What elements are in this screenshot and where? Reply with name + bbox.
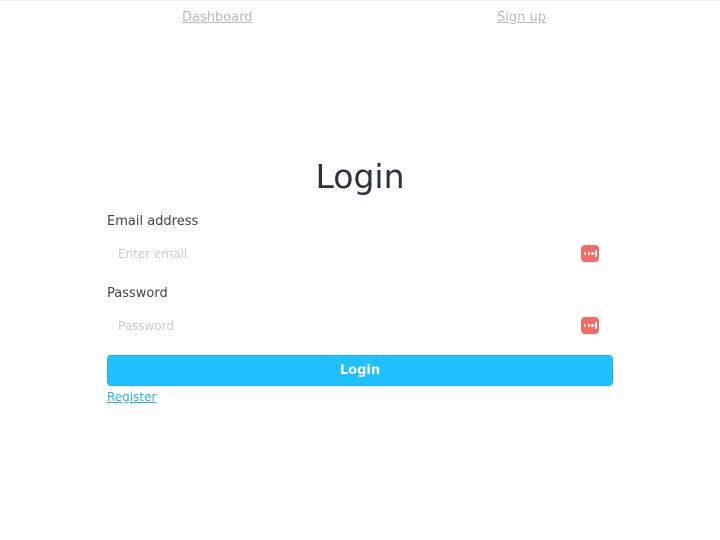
register-link[interactable]: Register: [107, 390, 156, 404]
password-manager-icon[interactable]: [581, 245, 599, 262]
page-title: Login: [315, 157, 405, 196]
nav-link-signup[interactable]: Sign up: [497, 10, 546, 25]
password-field-wrapper: [107, 311, 613, 341]
password-input[interactable]: [107, 311, 613, 341]
password-label: Password: [107, 286, 168, 301]
login-button[interactable]: Login: [107, 355, 613, 386]
email-field-wrapper: [107, 239, 613, 269]
password-manager-icon[interactable]: [581, 317, 599, 334]
email-label: Email address: [107, 214, 199, 229]
login-page: Dashboard Sign up Login Email address Pa…: [0, 0, 720, 540]
nav-link-dashboard[interactable]: Dashboard: [182, 10, 253, 25]
email-input[interactable]: [107, 239, 613, 269]
